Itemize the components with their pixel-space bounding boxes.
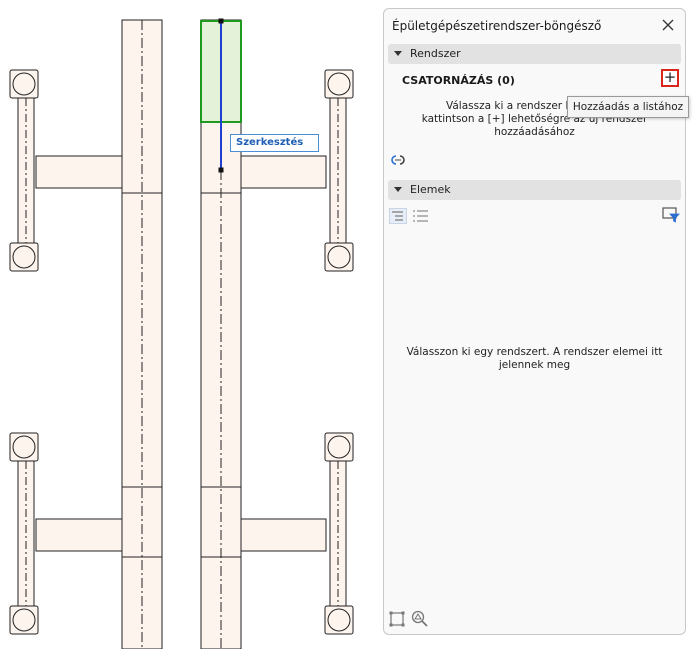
panel-header: Épületgépészetirendszer-böngésző: [384, 9, 685, 43]
zoom-to-icon[interactable]: [411, 610, 429, 628]
empty-line: jelennek meg: [498, 359, 571, 371]
edit-node[interactable]: [218, 18, 224, 24]
tree-view-icon[interactable]: [389, 208, 407, 224]
edit-node[interactable]: [218, 167, 224, 173]
select-frame-icon[interactable]: [389, 611, 405, 627]
section-elements-label: Elemek: [410, 183, 451, 196]
branch-duct[interactable]: [240, 518, 327, 552]
elements-empty-message: Válasszon ki egy rendszert. A rendszer e…: [394, 346, 675, 372]
section-elements-header[interactable]: Elemek: [388, 180, 681, 200]
branch-duct[interactable]: [240, 155, 327, 189]
link-icon[interactable]: [389, 151, 407, 169]
empty-line: Válasszon ki egy rendszert. A rendszer e…: [406, 346, 663, 358]
list-view-icon[interactable]: [412, 209, 430, 223]
plus-icon: +: [663, 68, 677, 86]
branch-duct[interactable]: [35, 155, 123, 189]
hint-line: hozzáadásához: [494, 126, 575, 138]
system-name: CSATORNÁZÁS (0): [402, 74, 515, 87]
collapse-triangle-icon: [394, 51, 402, 56]
add-to-list-tooltip: Hozzáadás a listához: [567, 96, 689, 118]
edit-tag[interactable]: Szerkesztés: [230, 134, 319, 152]
section-system-label: Rendszer: [410, 47, 461, 60]
add-to-list-button[interactable]: +: [661, 69, 679, 87]
close-icon[interactable]: [659, 16, 677, 34]
branch-duct[interactable]: [35, 518, 123, 552]
collapse-triangle-icon: [394, 187, 402, 192]
section-system-header[interactable]: Rendszer: [388, 44, 681, 64]
filter-icon[interactable]: [662, 207, 680, 223]
panel-title: Épületgépészetirendszer-böngésző: [392, 19, 602, 33]
